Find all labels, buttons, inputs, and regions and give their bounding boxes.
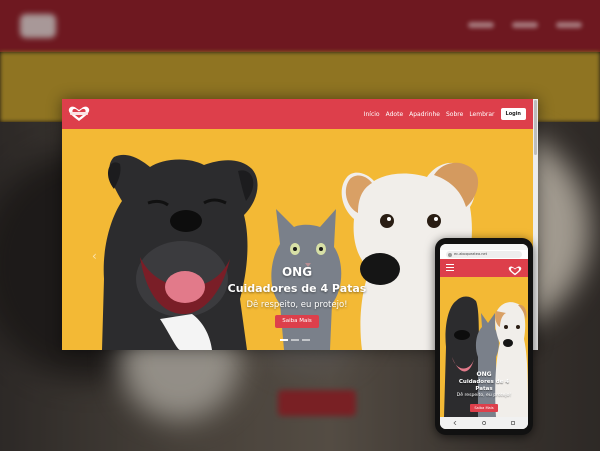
recents-icon[interactable]	[511, 421, 516, 425]
phone-hero-ong-label: ONG	[476, 371, 492, 378]
carousel-indicator[interactable]	[291, 339, 299, 341]
phone-url-text: ec.aboqueatea.net	[454, 252, 487, 256]
login-button[interactable]: Login	[500, 108, 526, 120]
scrollbar-thumb[interactable]	[534, 100, 537, 155]
hamburger-menu-icon[interactable]	[446, 264, 454, 273]
phone-address-bar[interactable]: ec.aboqueatea.net	[446, 251, 522, 258]
nav-link-inicio[interactable]: Início	[364, 111, 380, 118]
main-nav: Início Adote Apadrinhe Sobre Lembrar Log…	[364, 108, 526, 120]
phone-hero-title-line2: Patas	[475, 385, 493, 392]
site-header: Início Adote Apadrinhe Sobre Lembrar Log…	[62, 99, 538, 129]
scrollbar[interactable]	[533, 99, 538, 350]
hero-ong-label: ONG	[281, 265, 313, 279]
phone-screen: ec.aboqueatea.net ONG Cuidadores de 4 Pa…	[440, 244, 528, 429]
phone-hero-title: Cuidadores de 4 Patas	[444, 379, 524, 392]
phone-status-bar	[440, 244, 528, 250]
carousel-indicator[interactable]	[302, 339, 310, 341]
chevron-left-icon[interactable]: ‹	[92, 249, 97, 263]
heart-logo-icon[interactable]	[66, 105, 92, 127]
home-icon[interactable]	[482, 421, 486, 425]
lock-icon	[448, 252, 452, 257]
hero-title: Cuidadores de 4 Patas	[227, 282, 367, 295]
nav-link-adote[interactable]: Adote	[386, 111, 404, 118]
hero-subtitle: Dê respeito, eu protejo!	[246, 300, 348, 310]
nav-link-lembrar[interactable]: Lembrar	[469, 111, 494, 118]
back-icon[interactable]	[453, 421, 457, 425]
carousel-indicators	[280, 339, 310, 341]
saiba-mais-button[interactable]: Saiba Mais	[275, 315, 319, 328]
phone-hero-subtitle: Dê respeito, eu protejo!	[456, 393, 512, 398]
phone-site-header	[440, 259, 528, 277]
nav-link-sobre[interactable]: Sobre	[446, 111, 463, 118]
phone-site-preview: ec.aboqueatea.net ONG Cuidadores de 4 Pa…	[435, 238, 533, 435]
nav-link-apadrinhe[interactable]: Apadrinhe	[409, 111, 440, 118]
phone-hero: ONG Cuidadores de 4 Patas Dê respeito, e…	[440, 277, 528, 417]
phone-saiba-mais-button[interactable]: Saiba Mais	[470, 404, 498, 412]
carousel-indicator[interactable]	[280, 339, 288, 341]
phone-nav-bar	[440, 417, 528, 429]
